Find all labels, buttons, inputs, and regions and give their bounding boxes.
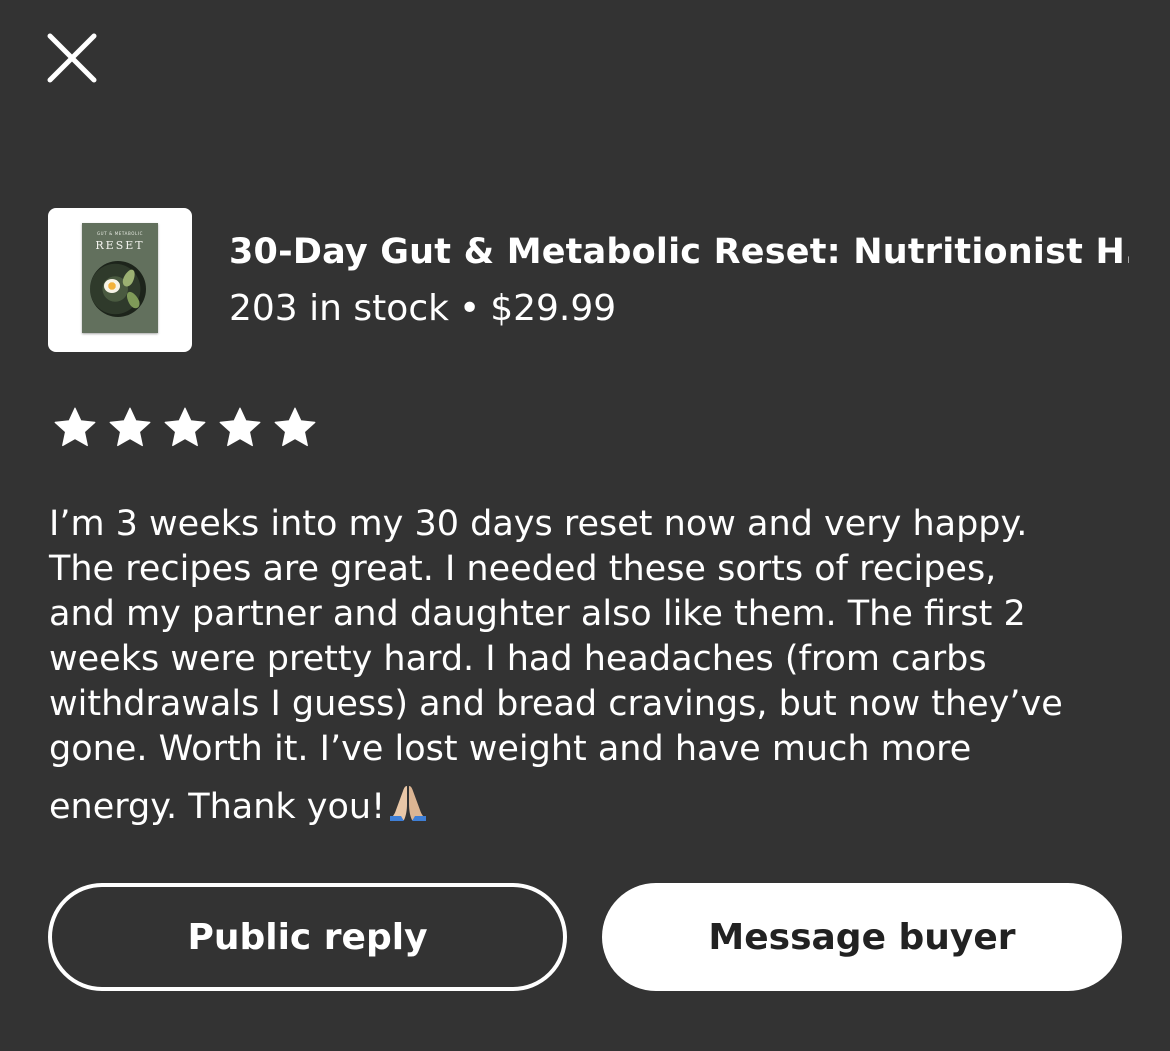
product-meta: 203 in stock • $29.99 xyxy=(229,286,616,332)
stock-count: 203 in stock xyxy=(229,288,449,329)
review-line: energy. Thank you! xyxy=(49,787,386,827)
book-cover-leaf xyxy=(120,267,138,289)
star-icon xyxy=(270,403,320,453)
star-icon xyxy=(105,403,155,453)
review-line-last: energy. Thank you! xyxy=(49,782,1139,830)
product-title[interactable]: 30-Day Gut & Metabolic Reset: Nutritioni… xyxy=(229,230,1129,274)
star-rating xyxy=(50,403,320,453)
meta-separator: • xyxy=(458,288,481,329)
praying-hands-icon xyxy=(387,782,429,822)
book-cover-subtitle: GUT & METABOLIC xyxy=(96,231,143,236)
book-cover-leaf xyxy=(124,289,142,311)
star-icon xyxy=(160,403,210,453)
review-line: and my partner and daughter also like th… xyxy=(49,594,1026,634)
product-price: $29.99 xyxy=(490,288,617,329)
message-buyer-button[interactable]: Message buyer xyxy=(602,883,1122,991)
product-summary: GUT & METABOLIC RESET 30-Day Gut & Metab… xyxy=(48,208,1129,352)
book-cover-egg xyxy=(104,279,120,293)
close-icon xyxy=(47,33,97,83)
public-reply-button[interactable]: Public reply xyxy=(48,883,567,991)
review-line: The recipes are great. I needed these so… xyxy=(49,549,997,589)
review-line: withdrawals I guess) and bread cravings,… xyxy=(49,684,1063,724)
star-icon xyxy=(215,403,265,453)
review-line: gone. Worth it. I’ve lost weight and hav… xyxy=(49,729,972,769)
review-text: I’m 3 weeks into my 30 days reset now an… xyxy=(49,502,1139,830)
book-cover-image: GUT & METABOLIC RESET xyxy=(82,223,158,333)
book-cover-title: RESET xyxy=(95,239,145,252)
star-icon xyxy=(50,403,100,453)
close-button[interactable] xyxy=(44,30,100,86)
review-line: weeks were pretty hard. I had headaches … xyxy=(49,639,987,679)
product-thumbnail[interactable]: GUT & METABOLIC RESET xyxy=(48,208,192,352)
book-cover-plate xyxy=(90,261,146,317)
review-line: I’m 3 weeks into my 30 days reset now an… xyxy=(49,504,1028,544)
